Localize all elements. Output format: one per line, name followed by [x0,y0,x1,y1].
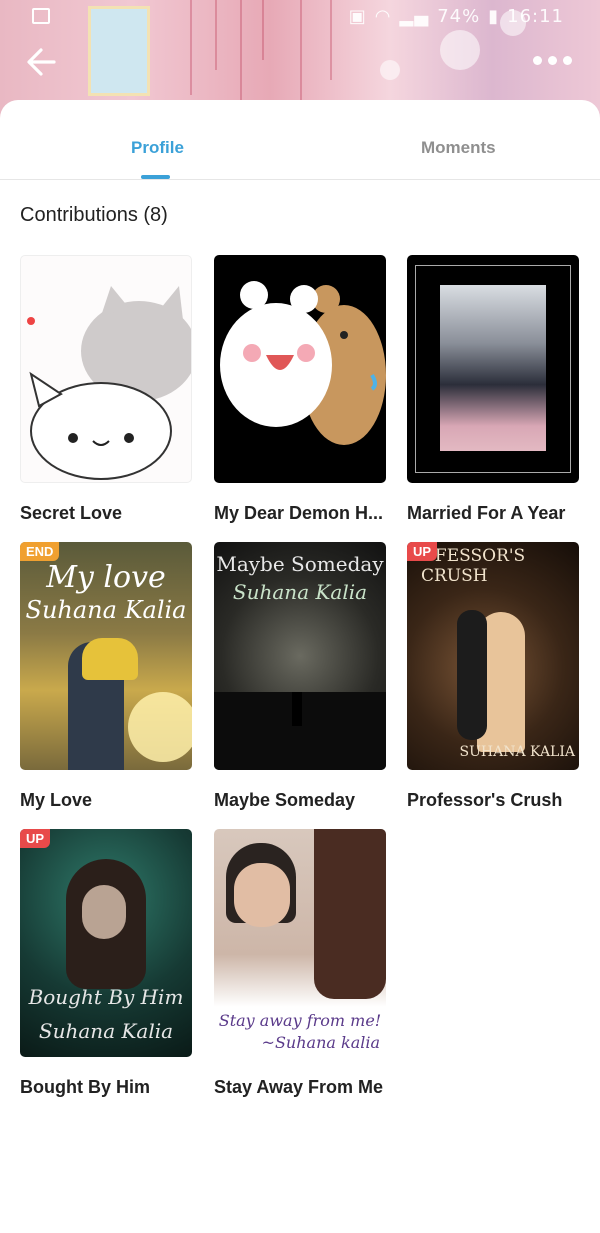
cover-title: Maybe Someday [216,552,384,576]
back-arrow-icon[interactable] [24,44,60,80]
wifi-icon: ◠ [374,6,392,27]
couple-image [440,285,546,451]
woman-face [82,885,126,939]
battery-icon: ▮ [488,6,500,27]
sun-glow [128,692,192,762]
dancer-suit [457,610,487,740]
book-card[interactable]: Secret Love [20,255,192,524]
person-silhouette [292,692,302,726]
book-cover[interactable] [214,255,386,483]
clock: 16:11 [507,6,564,27]
bears-illustration [220,281,386,445]
book-card[interactable]: Maybe Someday Suhana Kalia Maybe Someday [214,542,386,811]
tab-active-indicator [141,175,170,179]
woman-hair [314,829,386,999]
book-title[interactable]: Married For A Year [407,503,579,524]
man-face [234,863,290,927]
book-cover[interactable]: Stay away from me! ~Suhana kalia [214,829,386,1057]
up-badge: UP [407,542,438,561]
cover-author: Suhana Kalia [25,596,187,624]
book-cover[interactable]: Bought By Him Suhana Kalia UP [20,829,192,1057]
cover-title: Bought By Him [28,985,184,1009]
status-right: ▣ ◠ ▂▄ 74% ▮ 16:11 [349,6,564,27]
book-card[interactable]: Married For A Year [407,255,579,524]
cover-title: Stay away from me! [218,1011,382,1030]
cover-author: Suhana Kalia [232,580,368,604]
gallery-icon [32,8,50,24]
book-title[interactable]: Stay Away From Me [214,1077,386,1098]
cat-illustration [27,286,191,480]
book-cover[interactable]: Maybe Someday Suhana Kalia [214,542,386,770]
cover-author: Suhana Kalia [38,1019,174,1043]
book-cover[interactable]: My love Suhana Kalia END [20,542,192,770]
book-cover[interactable]: OFESSOR'S CRUSH SUHANA KALIA UP [407,542,579,770]
tab-bar: Profile Moments [0,100,600,180]
tab-moments[interactable]: Moments [421,138,496,158]
more-options-icon[interactable] [533,56,572,65]
book-title[interactable]: Professor's Crush [407,790,579,811]
up-badge: UP [20,829,51,848]
book-title[interactable]: Secret Love [20,503,192,524]
cover-title: My love [46,560,166,595]
banner-petal [440,30,480,70]
book-title[interactable]: My Love [20,790,192,811]
book-cover[interactable] [407,255,579,483]
book-card[interactable]: My Dear Demon H... [214,255,386,524]
book-title[interactable]: Bought By Him [20,1077,192,1098]
contributions-heading: Contributions (8) [20,204,168,226]
book-cover[interactable] [20,255,192,483]
cover-title: OFESSOR'S CRUSH [421,546,526,586]
book-title[interactable]: Maybe Someday [214,790,386,811]
cover-author: SUHANA KALIA [459,744,575,760]
book-card[interactable]: My love Suhana Kalia END My Love [20,542,192,811]
book-card[interactable]: Stay away from me! ~Suhana kalia Stay Aw… [214,829,386,1098]
status-bar: ▣ ◠ ▂▄ 74% ▮ 16:11 [0,6,600,30]
book-card[interactable]: OFESSOR'S CRUSH SUHANA KALIA UP Professo… [407,542,579,811]
banner-petal [380,60,400,80]
battery-percent: 74% [437,6,481,27]
book-title[interactable]: My Dear Demon H... [214,503,386,524]
umbrella [82,638,138,680]
end-badge: END [20,542,60,561]
tab-profile[interactable]: Profile [131,138,184,158]
cover-author: ~Suhana kalia [261,1033,380,1052]
profile-sheet: Profile Moments Contributions (8) Secret… [0,100,600,1233]
battery-saver-icon: ▣ [348,6,367,27]
signal-icon: ▂▄ [399,6,430,27]
book-card[interactable]: Bought By Him Suhana Kalia UP Bought By … [20,829,192,1098]
